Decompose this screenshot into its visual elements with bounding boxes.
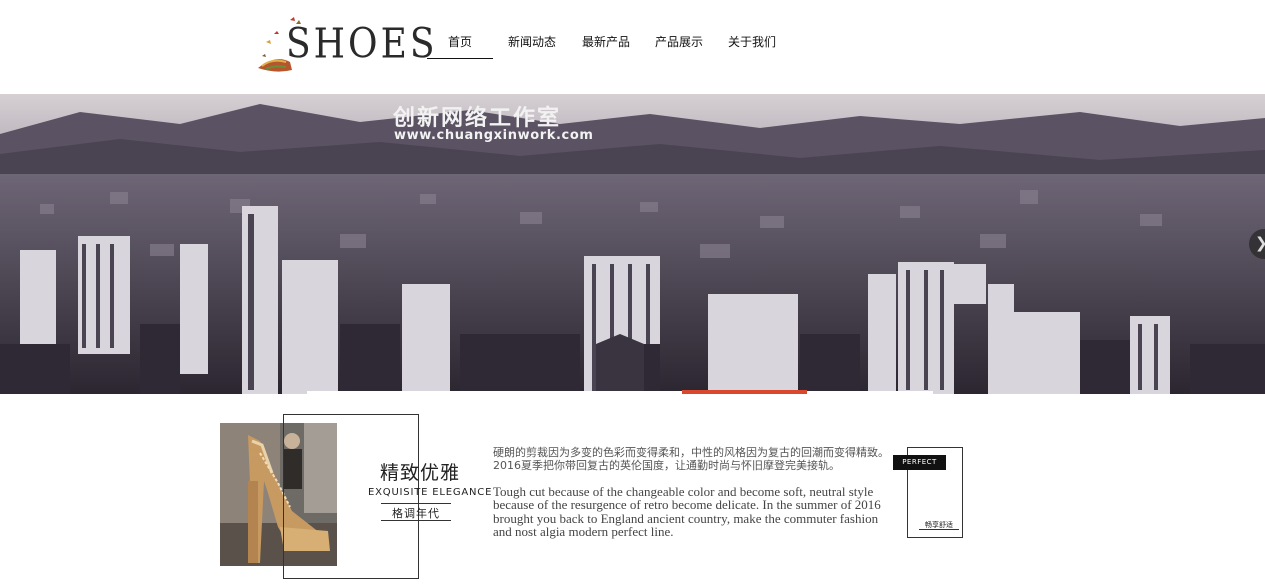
main-nav: 首页 新闻动态 最新产品 产品展示 关于我们	[427, 0, 787, 60]
perfect-badge: PERFECT	[893, 455, 946, 470]
logo-text: SHOES	[286, 20, 438, 69]
nav-product-showcase[interactable]: 产品展示	[641, 0, 717, 59]
banner-url: www.chuangxinwork.com	[394, 128, 594, 143]
feature-description-en: Tough cut because of the changeable colo…	[493, 484, 881, 539]
chevron-right-icon: ❯	[1255, 234, 1265, 252]
feature-title-cn: 精致优雅	[380, 462, 461, 484]
logo[interactable]: SHOES	[256, 16, 435, 76]
feature-tag: 格调年代	[392, 507, 440, 520]
nav-new-products[interactable]: 最新产品	[571, 0, 641, 59]
tag-divider-top	[381, 503, 451, 504]
nav-news[interactable]: 新闻动态	[493, 0, 571, 59]
feature-title-en: EXQUISITE ELEGANCE	[368, 487, 493, 498]
feature-description-cn: 硬朗的剪裁因为多变的色彩而变得柔和，中性的风格因为复古的回潮而变得精致。2016…	[493, 446, 889, 472]
feature-section: 精致优雅 EXQUISITE ELEGANCE 格调年代 硬朗的剪裁因为多变的色…	[0, 394, 1265, 587]
city-skyline-image	[0, 94, 1265, 394]
nav-home[interactable]: 首页	[427, 0, 493, 59]
site-header: SHOES 首页 新闻动态 最新产品 产品展示 关于我们	[0, 0, 1265, 94]
hero-banner: 创新网络工作室 www.chuangxinwork.com ❯	[0, 94, 1265, 394]
nav-about-us[interactable]: 关于我们	[717, 0, 787, 59]
perfect-caption-underline	[919, 529, 959, 530]
tag-divider-bottom	[381, 520, 451, 521]
